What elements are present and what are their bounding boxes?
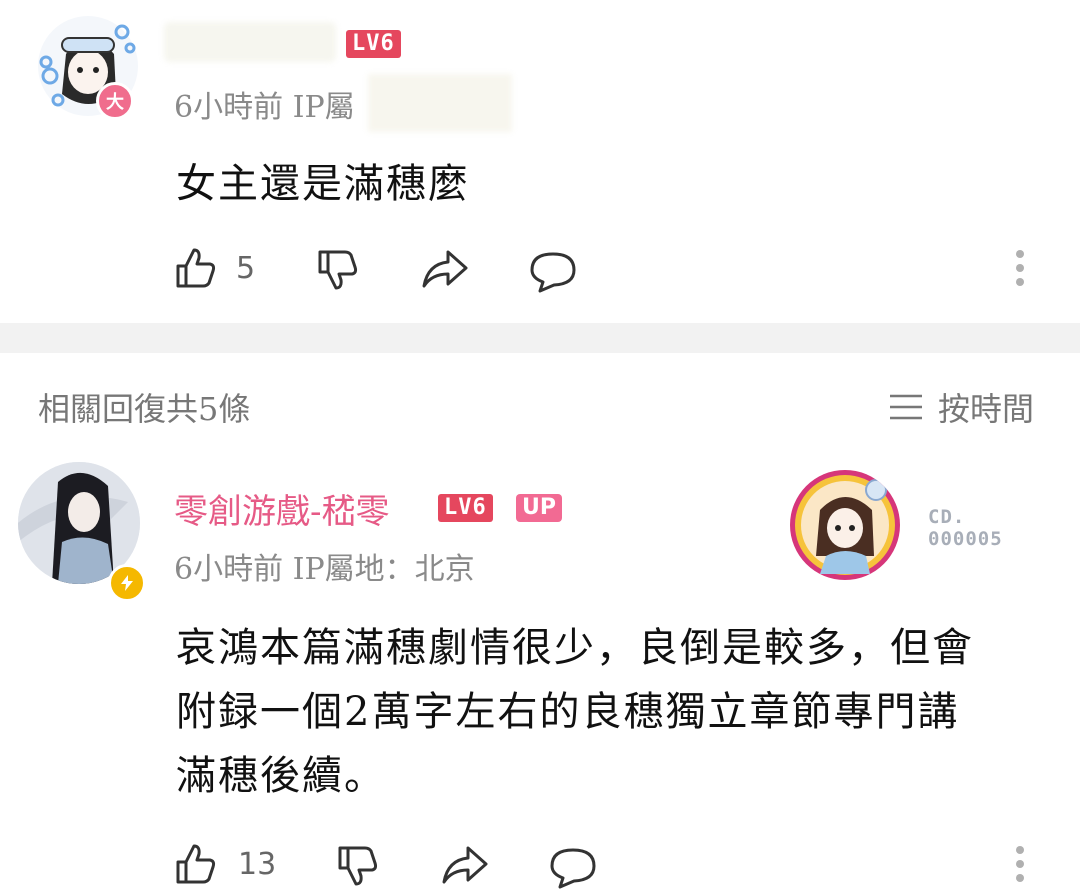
more-options-icon[interactable] (1016, 250, 1024, 292)
more-options-icon[interactable] (1016, 846, 1024, 888)
thumbs-down-icon (338, 846, 378, 886)
decoration-illustration (795, 475, 895, 575)
comment-text-line1: 哀鴻本篇滿穗劇情很少，良倒是較多，但會 (176, 625, 974, 671)
verified-lightning-badge (108, 564, 146, 602)
decoration-code-line1: CD. (928, 506, 966, 528)
comment-text-line2: 附録一個2萬字左右的良穗獨立章節專門講 (176, 689, 960, 735)
reply-button[interactable] (548, 844, 598, 894)
lightning-icon (121, 575, 133, 591)
comment-text: 女主還是滿穗麼 (176, 161, 470, 207)
time-location: 6小時前 IP屬 (174, 90, 355, 125)
like-count: 5 (236, 250, 256, 286)
replies-count-title: 相關回復共5條 (38, 390, 251, 428)
reply-button[interactable] (528, 248, 578, 298)
share-arrow-icon (442, 846, 488, 884)
level-badge: LV6 (346, 30, 401, 58)
comment-text: 哀鴻本篇滿穗劇情很少，良倒是較多，但會 附録一個2萬字左右的良穗獨立章節專門講 … (176, 616, 974, 808)
location-redacted (368, 74, 512, 132)
like-button[interactable]: 5 (172, 244, 255, 292)
decoration-code: CD. 000005 (928, 506, 1003, 550)
username[interactable]: 零創游戲-嵇零 (174, 484, 390, 533)
share-button[interactable] (440, 842, 490, 892)
like-count: 13 (238, 846, 277, 882)
comment-meta: 6小時前 IP屬 (174, 82, 355, 126)
decoration-code-line2: 000005 (928, 528, 1003, 550)
thumbs-down-icon (318, 250, 358, 290)
list-sort-icon (890, 394, 922, 420)
comment-bubble-icon (550, 848, 596, 889)
share-arrow-icon (422, 250, 468, 288)
share-button[interactable] (420, 246, 470, 296)
username-redacted (164, 22, 336, 62)
like-button[interactable]: 13 (172, 840, 276, 888)
thumbs-up-icon (176, 248, 216, 288)
sort-by-time-button[interactable]: 按時間 (888, 384, 1034, 430)
thumbs-up-icon (176, 844, 216, 884)
avatar-badge: 大 (96, 82, 134, 120)
sort-label: 按時間 (938, 390, 1035, 428)
dislike-button[interactable] (314, 246, 362, 298)
dislike-button[interactable] (334, 842, 382, 894)
level-badge: LV6 (438, 494, 493, 522)
avatar-badge-label: 大 (106, 92, 124, 113)
comment-text-line3: 滿穗後續。 (176, 753, 386, 799)
decoration-avatar-frame[interactable] (790, 470, 900, 580)
section-divider (0, 323, 1080, 353)
comment-bubble-icon (530, 252, 576, 293)
time-location: 6小時前 IP屬地：北京 (174, 552, 475, 587)
up-badge: UP (516, 494, 562, 522)
